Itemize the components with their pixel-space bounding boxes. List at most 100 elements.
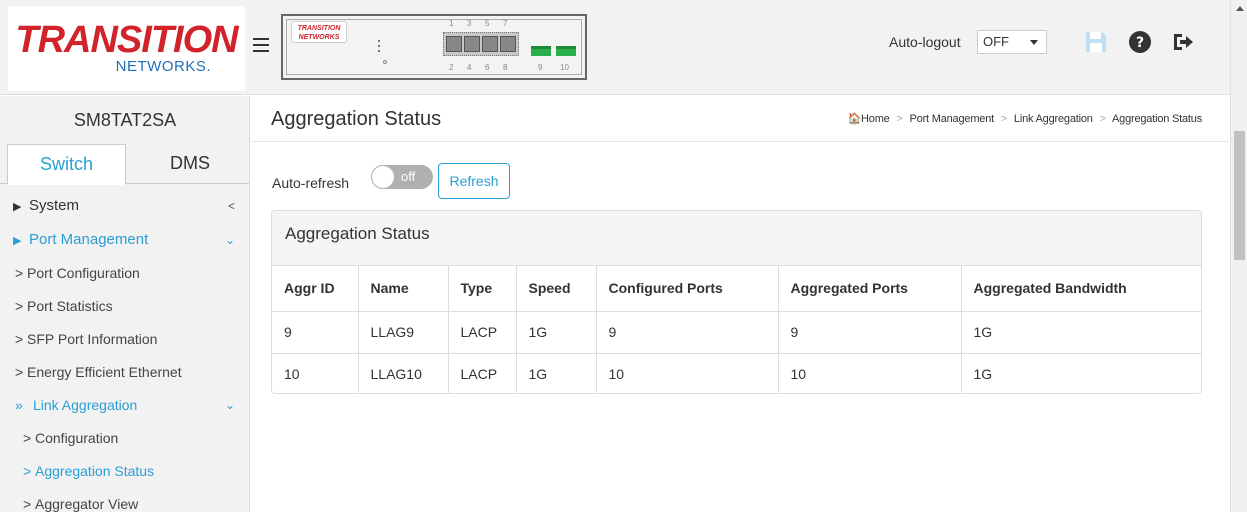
sidebar-item-label: System (29, 197, 80, 214)
port-number: 4 (467, 63, 472, 72)
sidebar-item-label: Port Management (29, 231, 149, 248)
table-cell: 9 (596, 311, 779, 354)
table-row: 9 LLAG9 LACP 1G 9 9 1G (272, 311, 1201, 354)
port-number: 6 (485, 63, 490, 72)
table-cell: 1G (961, 311, 1201, 354)
logo-sub-text: NETWORKS. (115, 58, 211, 75)
page-title: Aggregation Status (271, 108, 442, 130)
chevron-right-icon: > (15, 265, 24, 281)
tab-dms[interactable]: DMS (150, 144, 230, 185)
vertical-scrollbar[interactable] (1230, 0, 1247, 512)
device-led-dots (378, 40, 382, 55)
breadcrumb-separator: > (1099, 113, 1106, 125)
sfp-port-10[interactable] (556, 46, 576, 56)
panel-title: Aggregation Status (272, 211, 1201, 266)
chevron-right-icon: > (15, 298, 24, 314)
breadcrumb-link-aggregation[interactable]: Link Aggregation (1014, 113, 1093, 125)
column-header: Name (358, 266, 449, 312)
sidebar-item-label: Aggregator View (35, 496, 139, 512)
rj45-port[interactable] (482, 36, 498, 52)
device-panel-image: TRANSITION NETWORKS 1 3 5 7 2 4 6 8 9 10 (281, 14, 587, 80)
column-header: Type (448, 266, 517, 312)
rj45-port[interactable] (464, 36, 480, 52)
home-icon[interactable]: 🏠 (848, 113, 862, 125)
sidebar-item-label: Energy Efficient Ethernet (27, 364, 182, 380)
table-cell: 1G (961, 353, 1201, 393)
scrollbar-thumb[interactable] (1234, 131, 1245, 260)
double-chevron-icon: » (15, 397, 23, 413)
chevron-down-icon (1030, 40, 1038, 45)
table-cell: LACP (448, 311, 517, 354)
table-cell: 1G (516, 353, 597, 393)
port-number: 2 (449, 63, 454, 72)
column-header: Aggregated Bandwidth (961, 266, 1201, 312)
chevron-right-icon: > (23, 430, 32, 446)
svg-text:?: ? (1136, 35, 1144, 51)
auto-logout-label: Auto-logout (889, 34, 961, 50)
auto-refresh-toggle[interactable]: off (371, 165, 433, 189)
hamburger-icon[interactable] (253, 38, 269, 52)
column-header: Speed (516, 266, 597, 312)
table-cell: 1G (516, 311, 597, 354)
port-number: 1 (449, 19, 454, 28)
chevron-right-icon: > (23, 463, 32, 479)
breadcrumb-home[interactable]: Home (861, 113, 890, 125)
caret-right-icon: ▶ (13, 201, 22, 213)
device-reset-hole (383, 60, 387, 64)
sidebar-item-port-configuration[interactable]: > Port Configuration (0, 257, 249, 290)
port-number: 5 (485, 19, 490, 28)
save-icon[interactable] (1083, 29, 1109, 55)
sidebar-item-port-management[interactable]: ▶ Port Management ⌄ (0, 223, 249, 257)
sidebar-item-aggregator-view[interactable]: > Aggregator View (0, 488, 249, 512)
port-number: 9 (538, 63, 543, 72)
auto-refresh-label: Auto-refresh (272, 175, 350, 191)
sidebar-item-aggregation-status[interactable]: > Aggregation Status (0, 455, 249, 488)
table-header-row: Aggr ID Name Type Speed Configured Ports… (272, 266, 1201, 312)
device-logo: TRANSITION NETWORKS (291, 21, 347, 43)
table-cell: 9 (272, 311, 359, 354)
help-icon[interactable]: ? (1127, 29, 1153, 55)
chevron-right-icon: > (15, 331, 24, 347)
sfp-port-9[interactable] (531, 46, 551, 56)
sidebar-item-port-statistics[interactable]: > Port Statistics (0, 290, 249, 323)
auto-logout-value: OFF (983, 34, 1009, 49)
title-divider (251, 141, 1229, 142)
column-header: Configured Ports (596, 266, 779, 312)
rj45-port[interactable] (446, 36, 462, 52)
sidebar-item-system[interactable]: ▶ System < (0, 189, 249, 223)
table-cell: LACP (448, 353, 517, 393)
sidebar-menu: ▶ System < ▶ Port Management ⌄ > Port Confi… (0, 189, 249, 512)
top-header: TRANSITION NETWORKS. TRANSITION NETWORKS… (0, 0, 1230, 95)
logo-main-text: TRANSITION (15, 19, 238, 61)
table-row: 10 LLAG10 LACP 1G 10 10 1G (272, 353, 1201, 393)
toggle-state-text: off (401, 169, 416, 184)
table-cell: 10 (272, 353, 359, 393)
rj45-port[interactable] (500, 36, 516, 52)
chevron-down-icon: ⌄ (224, 398, 235, 412)
brand-logo[interactable]: TRANSITION NETWORKS. (8, 6, 245, 91)
chevron-left-icon: < (227, 199, 235, 213)
breadcrumb: 🏠Home > Port Management > Link Aggregati… (848, 112, 1203, 125)
refresh-button[interactable]: Refresh (438, 163, 510, 199)
sidebar-item-label: SFP Port Information (27, 331, 158, 347)
sidebar-item-link-aggregation[interactable]: » Link Aggregation ⌄ (0, 389, 249, 422)
sidebar-item-configuration[interactable]: > Configuration (0, 422, 249, 455)
sidebar-item-sfp-port-information[interactable]: > SFP Port Information (0, 323, 249, 356)
table-cell: 10 (596, 353, 779, 393)
aggregation-status-panel: Aggregation Status Aggr ID Name Type Spe… (271, 210, 1202, 394)
scroll-up-icon[interactable] (1236, 6, 1244, 11)
sidebar-item-label: Port Configuration (27, 265, 140, 281)
sidebar-item-energy-efficient-ethernet[interactable]: > Energy Efficient Ethernet (0, 356, 249, 389)
aggregation-table: Aggr ID Name Type Speed Configured Ports… (272, 266, 1201, 393)
toggle-knob (372, 166, 394, 188)
chevron-right-icon: > (23, 496, 32, 512)
device-model: SM8TAT2SA (73, 110, 177, 130)
caret-right-icon: ▶ (13, 235, 22, 247)
tab-switch[interactable]: Switch (7, 144, 126, 185)
logout-icon[interactable] (1170, 29, 1196, 55)
auto-logout-select[interactable]: OFF (977, 30, 1047, 54)
table-cell: LLAG9 (358, 311, 449, 354)
breadcrumb-port-management[interactable]: Port Management (910, 113, 995, 125)
sidebar-item-label: Configuration (35, 430, 119, 446)
sidebar-tabs: Switch DMS (0, 144, 249, 185)
